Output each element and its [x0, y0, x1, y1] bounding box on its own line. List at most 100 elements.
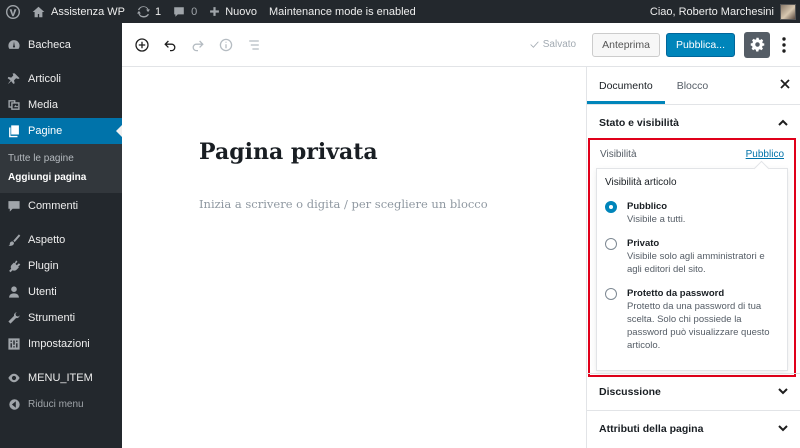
- panel-title: Discussione: [599, 386, 661, 398]
- option-help: Protetto da una password di tua scelta. …: [627, 301, 770, 351]
- sidebar-item-media[interactable]: Media: [0, 92, 122, 118]
- submenu-add-page[interactable]: Aggiungi pagina: [0, 168, 122, 187]
- popover-legend: Visibilità articolo: [605, 177, 677, 188]
- option-label: Pubblico: [627, 201, 668, 212]
- wrench-icon: [6, 310, 22, 326]
- visibility-popover: Visibilità articolo Pubblico Visibile a …: [596, 168, 788, 371]
- vertical-ellipsis-icon: [782, 36, 786, 53]
- sidebar-tabs: Documento Blocco: [587, 67, 800, 105]
- dashboard-icon: [6, 37, 22, 53]
- redo-button[interactable]: [184, 31, 212, 59]
- list-view-icon: [249, 39, 259, 50]
- maintenance-text: Maintenance mode is enabled: [269, 5, 416, 18]
- visibility-toggle-link[interactable]: Pubblico: [746, 149, 784, 160]
- comment-bubble-icon: [6, 198, 22, 214]
- settings-sliders-icon: [6, 336, 22, 352]
- radio-private[interactable]: [605, 238, 617, 250]
- updates-icon: [136, 6, 150, 18]
- admin-sidebar: Bacheca Articoli Media Pagine Tutte le p…: [0, 23, 122, 448]
- option-help: Visibile solo agli amministratori e agli…: [627, 251, 765, 275]
- pages-submenu: Tutte le pagine Aggiungi pagina: [0, 144, 122, 193]
- undo-button[interactable]: [156, 31, 184, 59]
- sidebar-item-label: Aspetto: [28, 234, 66, 246]
- chevron-down-icon: [778, 386, 788, 398]
- my-account-menu[interactable]: Ciao, Roberto Marchesini: [644, 0, 800, 23]
- editor-toolbar: Salvato Anteprima Pubblica...: [122, 23, 800, 67]
- new-content-menu[interactable]: Nuovo: [203, 0, 263, 23]
- tab-document[interactable]: Documento: [587, 67, 665, 104]
- page-attributes-panel-toggle[interactable]: Attributi della pagina: [587, 410, 800, 447]
- add-block-icon: [135, 37, 149, 52]
- status-visibility-panel-toggle[interactable]: Stato e visibilità: [587, 105, 800, 141]
- discussion-panel-toggle[interactable]: Discussione: [587, 373, 800, 410]
- sidebar-item-pages[interactable]: Pagine: [0, 118, 122, 144]
- sidebar-item-label: Articoli: [28, 73, 62, 85]
- comments-menu[interactable]: 0: [167, 0, 203, 23]
- more-tools-button[interactable]: [774, 32, 794, 58]
- collapse-arrow-icon: [6, 396, 22, 412]
- plus-icon: [210, 7, 220, 16]
- panel-title: Stato e visibilità: [599, 117, 679, 129]
- admin-bar: Assistenza WP 1 0 Nuovo Maintenance mode…: [0, 0, 800, 23]
- sidebar-item-users[interactable]: Utenti: [0, 279, 122, 305]
- visibility-option-public[interactable]: Pubblico Visibile a tutti.: [605, 200, 779, 226]
- sidebar-item-dashboard[interactable]: Bacheca: [0, 32, 122, 58]
- post-title[interactable]: Pagina privata: [199, 139, 378, 165]
- site-name: Assistenza WP: [51, 5, 125, 18]
- media-icon: [6, 97, 22, 113]
- new-label: Nuovo: [225, 5, 258, 18]
- chevron-down-icon: [778, 423, 788, 435]
- close-icon: [780, 79, 790, 89]
- add-block-button[interactable]: [128, 31, 156, 59]
- tab-block[interactable]: Blocco: [665, 67, 721, 104]
- sidebar-item-menu-item[interactable]: MENU_ITEM: [0, 365, 122, 391]
- sidebar-item-label: Plugin: [28, 260, 59, 272]
- sidebar-item-appearance[interactable]: Aspetto: [0, 227, 122, 253]
- publish-button[interactable]: Pubblica...: [665, 32, 735, 57]
- gear-icon: [750, 37, 764, 52]
- maintenance-notice[interactable]: Maintenance mode is enabled: [263, 0, 422, 23]
- sidebar-item-comments[interactable]: Commenti: [0, 193, 122, 219]
- home-icon: [32, 6, 45, 17]
- sidebar-item-label: Commenti: [28, 200, 79, 212]
- avatar: [780, 3, 796, 20]
- sidebar-item-label: Utenti: [28, 286, 57, 298]
- sidebar-item-tools[interactable]: Strumenti: [0, 305, 122, 331]
- site-name-menu[interactable]: Assistenza WP: [26, 0, 131, 23]
- content-info-button[interactable]: [212, 31, 240, 59]
- wp-logo-menu[interactable]: [0, 0, 26, 23]
- undo-icon: [164, 40, 176, 51]
- editor-canvas: Pagina privata Inizia a scrivere o digit…: [122, 67, 586, 448]
- saved-state: Salvato: [529, 39, 576, 50]
- checkmark-icon: [530, 41, 539, 48]
- option-label: Privato: [627, 238, 660, 249]
- radio-password[interactable]: [605, 288, 617, 300]
- sidebar-item-plugins[interactable]: Plugin: [0, 253, 122, 279]
- visibility-option-password[interactable]: Protetto da password Protetto da una pas…: [605, 287, 779, 352]
- redo-icon: [192, 40, 204, 51]
- updates-menu[interactable]: 1: [131, 0, 167, 23]
- chevron-up-icon: [778, 117, 788, 129]
- default-block-appender[interactable]: Inizia a scrivere o digita / per sceglie…: [199, 197, 488, 211]
- pushpin-icon: [6, 71, 22, 87]
- preview-button[interactable]: Anteprima: [592, 32, 660, 57]
- visibility-option-private[interactable]: Privato Visibile solo agli amministrator…: [605, 237, 779, 276]
- sidebar-item-label: Strumenti: [28, 312, 76, 324]
- option-help: Visibile a tutti.: [627, 214, 686, 225]
- wordpress-logo-icon: [6, 4, 20, 19]
- settings-sidebar: Documento Blocco Stato e visibilità Visi…: [586, 67, 800, 448]
- radio-public[interactable]: [605, 201, 617, 213]
- visibility-highlight: Visibilità Pubblico Visibilità articolo …: [588, 138, 796, 377]
- sidebar-item-label: Bacheca: [28, 39, 71, 51]
- block-navigation-button[interactable]: [240, 31, 268, 59]
- sidebar-item-settings[interactable]: Impostazioni: [0, 331, 122, 357]
- paintbrush-icon: [6, 232, 22, 248]
- collapse-menu-button[interactable]: Riduci menu: [0, 391, 122, 417]
- settings-toggle-button[interactable]: [744, 31, 770, 58]
- close-sidebar-button[interactable]: [780, 79, 790, 92]
- sidebar-item-label: MENU_ITEM: [28, 372, 93, 384]
- option-label: Protetto da password: [627, 288, 725, 299]
- submenu-all-pages[interactable]: Tutte le pagine: [0, 149, 122, 168]
- sidebar-item-posts[interactable]: Articoli: [0, 66, 122, 92]
- sidebar-item-label: Media: [28, 99, 58, 111]
